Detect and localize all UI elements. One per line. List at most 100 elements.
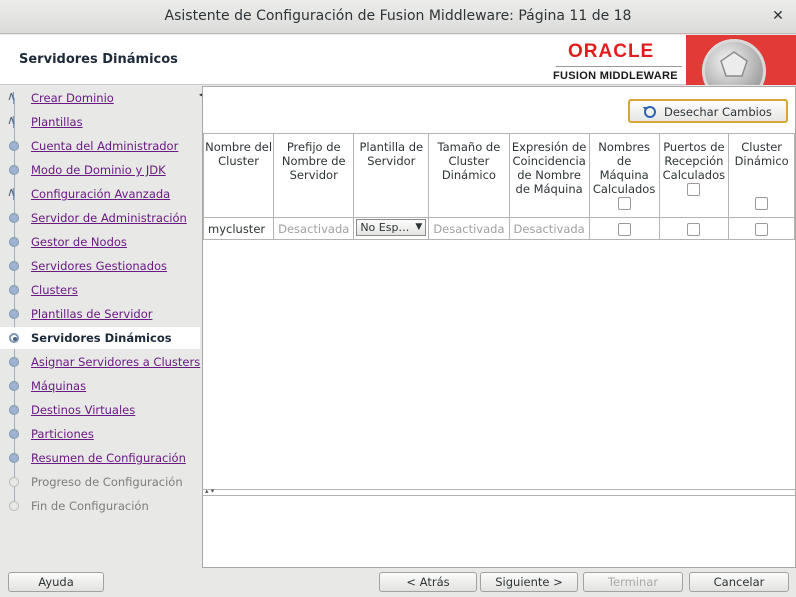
header-checkbox-dynamic[interactable] [755,197,769,210]
brand-name: ORACLE [568,41,655,62]
template-select[interactable]: No Esp… ▼ [356,218,427,236]
close-icon[interactable]: ✕ [770,8,786,24]
step-status-icon [9,429,19,439]
nav-item-6[interactable]: Gestor de Nodos [0,231,200,253]
pane-splitter[interactable]: ▴ ▾ [203,487,795,495]
nav-item-label: Plantillas [31,115,83,129]
step-status-icon [9,477,19,487]
nav-item-label: Gestor de Nodos [31,235,127,249]
step-status-icon [9,165,19,175]
step-status-icon [7,89,19,104]
page-title: Servidores Dinámicos [19,52,178,67]
step-status-icon [9,357,19,367]
nav-item-label: Servidores Gestionados [31,259,168,273]
pentagon-emblem-icon [702,39,766,85]
cell-cluster-size: Desactivada [428,217,510,240]
col-cluster-name[interactable]: Nombre del Cluster [202,133,275,218]
cancel-button[interactable]: Cancelar [689,572,789,592]
nav-item-label: Modo de Dominio y JDK [31,163,166,177]
cell-calculated-machine-names[interactable] [588,217,660,240]
wizard-nav: Crear Dominio Plantillas Cuenta del Admini… [0,86,200,566]
step-status-icon [9,501,19,511]
col-calculated-machine-names[interactable]: Nombres de Máquina Calculados [588,133,660,218]
nav-item-label: Destinos Virtuales [31,403,136,417]
col-cluster-size[interactable]: Tamaño de Cluster Dinámico [428,133,510,218]
cell-dynamic-cluster[interactable] [728,217,795,240]
nav-item-label: Crear Dominio [31,91,114,105]
back-button[interactable]: < Atrás [379,572,477,592]
step-status-icon [9,453,19,463]
nav-item-7[interactable]: Servidores Gestionados [0,255,200,277]
checkbox-dynamic-cluster[interactable] [755,222,769,236]
cell-cluster-name[interactable]: mycluster [202,217,275,240]
nav-item-5[interactable]: Servidor de Administración [0,207,200,229]
col-calculated-machine-names-label: Nombres de Máquina Calculados [592,140,656,196]
page-header: Servidores Dinámicos ORACLE FUSION MIDDL… [0,35,796,85]
step-status-icon [7,185,19,200]
step-status-icon [9,309,19,319]
col-match-expression[interactable]: Expresión de Coincidencia de Nombre de M… [508,133,590,218]
step-status-icon [9,381,19,391]
cell-calculated-listen-ports[interactable] [658,217,730,240]
nav-item-label: Cuenta del Administrador [31,139,179,153]
nav-item-16: Progreso de Configuración [0,471,200,493]
step-status-icon [9,261,19,271]
nav-item-3[interactable]: Modo de Dominio y JDK [0,159,200,181]
step-status-icon [9,237,19,247]
nav-item-label: Servidores Dinámicos [31,331,172,345]
step-status-icon [9,285,19,295]
brand-product: FUSION MIDDLEWARE [553,70,678,82]
window-titlebar: Asistente de Configuración de Fusion Mid… [0,0,796,34]
nav-item-label: Clusters [31,283,78,297]
nav-item-15[interactable]: Resumen de Configuración [0,447,200,469]
col-calculated-listen-ports-label: Puertos de Recepción Calculados [662,140,726,182]
checkbox-machine-names[interactable] [617,222,631,236]
nav-item-label: Particiones [31,427,94,441]
nav-item-2[interactable]: Cuenta del Administrador [0,135,200,157]
oracle-logo: ORACLE FUSION MIDDLEWARE [548,39,682,85]
nav-item-label: Plantillas de Servidor [31,307,153,321]
nav-item-9[interactable]: Plantillas de Servidor [0,303,200,325]
checkbox-listen-ports[interactable] [687,222,701,236]
col-server-template[interactable]: Plantilla de Servidor [353,133,430,218]
nav-item-label: Asignar Servidores a Clusters [31,355,201,369]
nav-item-10[interactable]: Servidores Dinámicos [0,327,200,349]
nav-item-17: Fin de Configuración [0,495,200,517]
nav-item-11[interactable]: Asignar Servidores a Clusters [0,351,200,373]
step-status-icon [9,333,19,343]
nav-item-1[interactable]: Plantillas [0,111,200,133]
nav-item-label: Configuración Avanzada [31,187,171,201]
finish-button[interactable]: Terminar [583,572,683,592]
header-checkbox-listen-ports[interactable] [687,183,701,196]
col-server-prefix[interactable]: Prefijo de Nombre de Servidor [273,133,355,218]
header-checkbox-machine-names[interactable] [617,197,631,210]
next-button[interactable]: Siguiente > [480,572,578,592]
step-status-icon [9,213,19,223]
col-calculated-listen-ports[interactable]: Puertos de Recepción Calculados [658,133,730,218]
nav-item-12[interactable]: Máquinas [0,375,200,397]
col-dynamic-cluster[interactable]: Cluster Dinámico [728,133,795,218]
discard-changes-button[interactable]: Desechar Cambios [628,99,788,123]
brand-divider [556,66,682,67]
help-button[interactable]: Ayuda [8,572,104,592]
nav-item-label: Progreso de Configuración [31,475,183,489]
nav-item-14[interactable]: Particiones [0,423,200,445]
splitter-grip-icon: ▴ ▾ [205,487,215,495]
undo-icon [643,106,656,118]
nav-item-13[interactable]: Destinos Virtuales [0,399,200,421]
nav-item-label: Servidor de Administración [31,211,187,225]
col-dynamic-cluster-label: Cluster Dinámico [734,140,789,168]
chevron-down-icon: ▼ [415,221,423,232]
nav-item-0[interactable]: Crear Dominio [0,87,200,109]
table-row[interactable]: mycluster Desactivada No Esp… ▼ Desactiv… [202,217,795,240]
discard-changes-label: Desechar Cambios [664,105,772,119]
nav-item-label: Fin de Configuración [31,499,149,513]
cell-server-template[interactable]: No Esp… ▼ [353,217,430,240]
main-panel: Desechar Cambios Nombre del Cluster Pref… [202,86,796,568]
nav-item-4[interactable]: Configuración Avanzada [0,183,200,205]
step-status-icon [7,113,19,128]
step-status-icon [9,405,19,415]
nav-item-8[interactable]: Clusters [0,279,200,301]
window-title: Asistente de Configuración de Fusion Mid… [164,8,632,24]
cell-server-prefix: Desactivada [273,217,355,240]
